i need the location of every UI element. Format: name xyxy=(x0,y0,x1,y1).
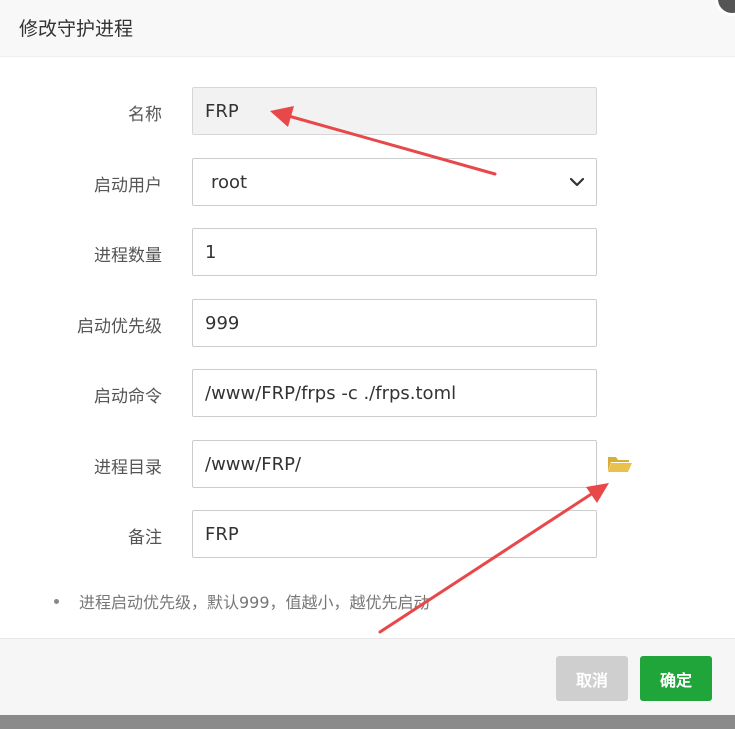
cancel-button[interactable]: 取消 xyxy=(556,656,628,701)
command-label: 启动命令 xyxy=(94,387,162,407)
user-select-value: root xyxy=(211,172,248,193)
directory-input[interactable] xyxy=(192,440,597,488)
dialog-footer: 取消 确定 xyxy=(0,638,735,715)
note-label: 备注 xyxy=(128,528,162,548)
user-label: 启动用户 xyxy=(94,176,162,196)
count-input[interactable] xyxy=(192,228,597,276)
directory-label: 进程目录 xyxy=(94,458,162,478)
form-row-directory: 进程目录 xyxy=(0,440,735,488)
form-row-note: 备注 xyxy=(0,510,735,558)
form-row-command: 启动命令 xyxy=(0,369,735,417)
form-row-count: 进程数量 xyxy=(0,228,735,276)
priority-tip: 进程启动优先级，默认999，值越小，越优先启动 xyxy=(54,589,430,613)
edit-daemon-dialog: 修改守护进程 名称 启动用户 root 进程数量 启动优先级 启动命令 进程目录 xyxy=(0,0,735,715)
folder-open-icon[interactable] xyxy=(607,454,633,474)
chevron-down-icon xyxy=(569,177,585,187)
priority-label: 启动优先级 xyxy=(77,317,162,337)
user-select[interactable]: root xyxy=(192,158,597,206)
form-row-user: 启动用户 root xyxy=(0,158,735,206)
name-input[interactable] xyxy=(192,87,597,135)
priority-input[interactable] xyxy=(192,299,597,347)
priority-tip-text: 进程启动优先级，默认999，值越小，越优先启动 xyxy=(79,593,430,612)
note-input[interactable] xyxy=(192,510,597,558)
command-input[interactable] xyxy=(192,369,597,417)
form-row-name: 名称 xyxy=(0,87,735,135)
dialog-title: 修改守护进程 xyxy=(19,18,134,40)
bullet-icon xyxy=(54,599,59,604)
name-label: 名称 xyxy=(128,105,162,125)
confirm-button[interactable]: 确定 xyxy=(640,656,712,701)
dialog-header: 修改守护进程 xyxy=(0,0,735,57)
form-row-priority: 启动优先级 xyxy=(0,299,735,347)
count-label: 进程数量 xyxy=(94,246,162,266)
